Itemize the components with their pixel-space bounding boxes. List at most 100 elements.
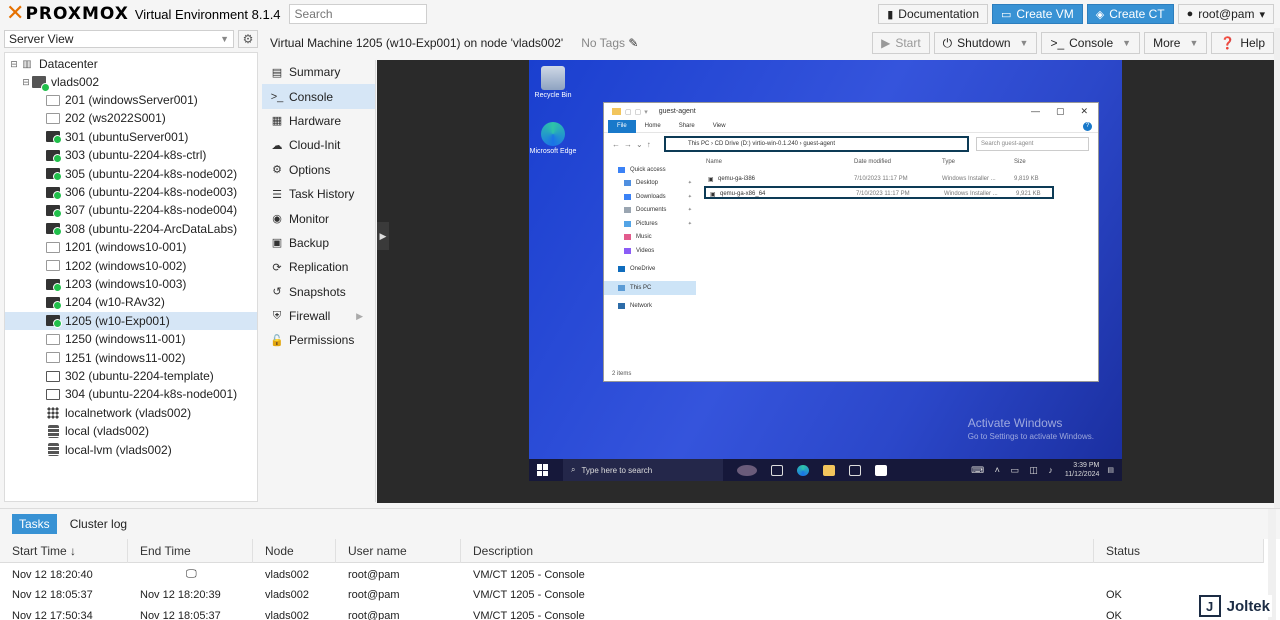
tree-item-vm[interactable]: 306 (ubuntu-2204-k8s-node003) — [5, 183, 257, 201]
tree-item-vm[interactable]: 304 (ubuntu-2204-k8s-node001) — [5, 385, 257, 403]
chevron-down-icon[interactable]: ▼ — [1020, 38, 1029, 48]
tree-item-vm[interactable]: local (vlads002) — [5, 422, 257, 440]
menu-item-cloud-init[interactable]: ☁ Cloud-Init — [262, 133, 375, 157]
tree-item-vm[interactable]: 1204 (w10-RAv32) — [5, 293, 257, 311]
column-header-date-modified[interactable]: Date modified — [854, 159, 891, 165]
column-header[interactable]: Description — [461, 539, 1094, 563]
explorer-taskbar-icon[interactable] — [823, 464, 835, 476]
nav-item-music[interactable]: Music — [604, 231, 696, 245]
pencil-icon[interactable]: ✎ — [628, 36, 638, 50]
tree-item-vm[interactable]: 202 (ws2022S001) — [5, 109, 257, 127]
tray-icons[interactable]: ⌨ ˄ ▭ ◫ ♪ — [971, 465, 1057, 475]
search-input[interactable] — [288, 4, 427, 24]
tree-item-vm[interactable]: 307 (ubuntu-2204-k8s-node004) — [5, 201, 257, 219]
create-ct-button[interactable]: ◈ Create CT — [1086, 4, 1174, 24]
menu-item-console[interactable]: >_ Console — [262, 84, 375, 109]
user-menu-button[interactable]: ● root@pam ▾ — [1177, 4, 1274, 24]
column-header-size[interactable]: Size — [1014, 159, 1026, 165]
proxmox-logo[interactable]: ✕ PROXMOX — [6, 0, 129, 28]
column-header[interactable]: Node — [253, 539, 336, 563]
nav-item-desktop[interactable]: Desktop ✦ — [604, 177, 696, 191]
tree-item-vm[interactable]: local-lvm (vlads002) — [5, 441, 257, 459]
view-selector[interactable]: Server View ▼ — [4, 30, 234, 48]
tab-cluster-log[interactable]: Cluster log — [63, 514, 134, 534]
notification-icon[interactable]: ▤ — [1107, 466, 1114, 475]
menu-item-hardware[interactable]: ▦ Hardware — [262, 109, 375, 133]
shutdown-button[interactable]: ⏻ Shutdown ▼ — [933, 32, 1038, 54]
tree-item-node[interactable]: ⊟ vlads002 — [5, 73, 257, 92]
tree-item-vm[interactable]: localnetwork (vlads002) — [5, 404, 257, 422]
menu-item-task-history[interactable]: ☰ Task History — [262, 182, 375, 206]
address-bar[interactable]: This PC › CD Drive (D:) virtio-win-0.1.2… — [664, 136, 969, 152]
file-explorer-window[interactable]: ▢▢▾ guest-agent — ▢ ✕ File Home Share View?… — [603, 102, 1099, 382]
documentation-button[interactable]: ▮ Documentation — [878, 4, 989, 24]
column-header-type[interactable]: Type — [942, 159, 955, 165]
start-button[interactable]: ▶ Start — [872, 32, 930, 54]
menu-item-firewall[interactable]: ⛨ Firewall ▶ — [262, 304, 375, 328]
nav-item-documents[interactable]: Documents ✦ — [604, 204, 696, 218]
ribbon-tab-file[interactable]: File — [608, 119, 636, 133]
vm-desktop[interactable]: Recycle Bin Microsoft Edge ▢▢▾ guest-age… — [529, 60, 1122, 481]
tree-settings-button[interactable]: ⚙ — [238, 30, 258, 48]
explorer-title-bar[interactable]: ▢▢▾ guest-agent — ▢ ✕ — [604, 103, 1098, 120]
ribbon-tab-share[interactable]: Share — [670, 120, 704, 133]
column-header[interactable]: Start Time ↓ — [0, 539, 128, 563]
tree-item-vm[interactable]: 302 (ubuntu-2204-template) — [5, 367, 257, 385]
tree-item-vm[interactable]: 1203 (windows10-003) — [5, 275, 257, 293]
tree-item-vm[interactable]: 308 (ubuntu-2204-ArcDataLabs) — [5, 220, 257, 238]
column-header[interactable]: User name — [336, 539, 461, 563]
menu-item-summary[interactable]: ▤ Summary — [262, 60, 375, 84]
clock[interactable]: 3:39 PM 11/12/2024 — [1065, 461, 1100, 479]
minimize-icon[interactable]: — — [1031, 106, 1040, 117]
news-widget-icon[interactable] — [737, 464, 757, 476]
collapse-icon[interactable]: ⊟ — [21, 77, 31, 88]
nav-item-network[interactable]: Network — [604, 300, 696, 314]
recycle-bin-shortcut[interactable]: Recycle Bin — [529, 66, 577, 99]
table-row[interactable]: Nov 12 17:50:34 Nov 12 18:05:37 vlads002 ro… — [0, 605, 1264, 620]
edge-shortcut[interactable]: Microsoft Edge — [529, 122, 577, 155]
tree-item-vm[interactable]: 301 (ubuntuServer001) — [5, 128, 257, 146]
nav-item-downloads[interactable]: Downloads ✦ — [604, 190, 696, 204]
file-row[interactable]: ▣ qemu-ga-x86_64 7/10/2023 11:17 PM Windows… — [704, 186, 1054, 199]
tree-item-vm[interactable]: 1251 (windows11-002) — [5, 349, 257, 367]
menu-item-backup[interactable]: ▣ Backup — [262, 231, 375, 255]
tags-label[interactable]: No Tags ✎ — [581, 36, 638, 50]
column-header[interactable]: Status — [1094, 539, 1264, 563]
tree-item-vm[interactable]: 305 (ubuntu-2204-k8s-node002) — [5, 165, 257, 183]
close-icon[interactable]: ✕ — [1080, 106, 1088, 117]
collapse-console-handle[interactable]: ▶ — [377, 222, 389, 250]
tab-tasks[interactable]: Tasks — [12, 514, 57, 534]
tree-item-vm[interactable]: 1205 (w10-Exp001) — [5, 311, 257, 330]
mail-taskbar-icon[interactable] — [875, 464, 887, 476]
table-row[interactable]: Nov 12 18:20:40 🖵 vlads002 root@pam VM/CT 12… — [0, 564, 1264, 585]
explorer-search-input[interactable]: Search guest-agent — [976, 137, 1089, 151]
collapse-icon[interactable]: ⊟ — [9, 59, 19, 70]
nav-item-quick-access[interactable]: Quick access — [604, 163, 696, 177]
store-taskbar-icon[interactable] — [849, 464, 861, 476]
nav-item-videos[interactable]: Videos — [604, 244, 696, 258]
task-view-icon[interactable] — [771, 464, 783, 476]
menu-item-replication[interactable]: ⟳ Replication — [262, 255, 375, 279]
help-icon[interactable]: ? — [1083, 121, 1092, 131]
nav-item-this-pc[interactable]: This PC — [604, 281, 696, 295]
tree-item-vm[interactable]: 1201 (windows10-001) — [5, 238, 257, 256]
console-button[interactable]: >_ Console ▼ — [1041, 32, 1141, 54]
create-vm-button[interactable]: ▭ Create VM — [992, 4, 1083, 24]
quick-access-toolbar[interactable]: ▢▢▾ — [625, 108, 651, 116]
menu-item-monitor[interactable]: ◉ Monitor — [262, 206, 375, 230]
maximize-icon[interactable]: ▢ — [1056, 106, 1065, 117]
vm-console[interactable]: ▶ Recycle Bin Microsoft Edge ▢▢▾ guest-a… — [377, 60, 1274, 503]
ribbon-tab-view[interactable]: View — [704, 120, 735, 133]
nav-arrows[interactable]: ←→⌄↑ — [612, 140, 662, 149]
column-header[interactable]: End Time — [128, 539, 253, 563]
menu-item-permissions[interactable]: 🔓 Permissions — [262, 328, 375, 352]
page-scrollbar[interactable] — [1274, 28, 1280, 508]
chevron-down-icon[interactable]: ▼ — [1122, 38, 1131, 48]
ribbon-tab-home[interactable]: Home — [636, 120, 670, 133]
start-icon[interactable] — [537, 464, 549, 476]
help-button[interactable]: ❓ Help — [1211, 32, 1274, 54]
file-row[interactable]: ▣ qemu-ga-i386 7/10/2023 11:17 PM Windows I… — [704, 173, 1054, 186]
menu-item-snapshots[interactable]: ↺ Snapshots — [262, 280, 375, 304]
nav-item-pictures[interactable]: Pictures ✦ — [604, 217, 696, 231]
tree-item-vm[interactable]: 1202 (windows10-002) — [5, 257, 257, 275]
